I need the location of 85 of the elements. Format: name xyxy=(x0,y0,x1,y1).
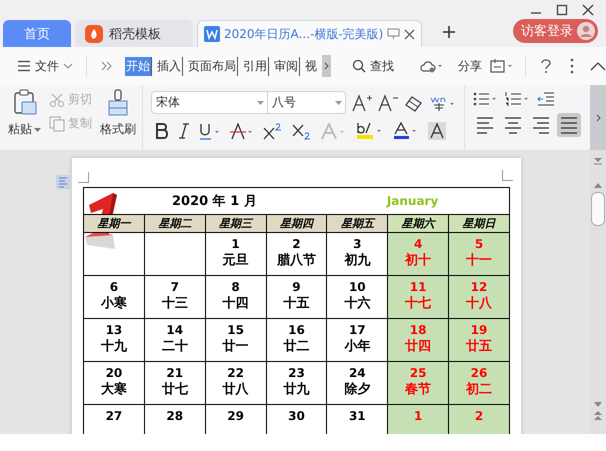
day-number: 10 xyxy=(348,280,367,295)
month-name: January xyxy=(386,194,438,208)
ribbon-tab[interactable]: 开始 xyxy=(124,56,152,76)
day-number: 4 xyxy=(412,237,424,252)
day-number: 27 xyxy=(104,409,124,424)
lunar-date: 十八 xyxy=(465,295,494,313)
day-number: 7 xyxy=(170,280,180,295)
lunar-date: 小年 xyxy=(343,338,372,356)
day-number: 6 xyxy=(108,280,120,295)
lunar-date: 十七 xyxy=(404,295,432,313)
weekday-header: 星期三 xyxy=(205,214,266,232)
lunar-date: 十九 xyxy=(100,338,128,356)
ribbon-tab[interactable]: 视 xyxy=(304,56,318,76)
calendar-title: 2020 年 1 月 xyxy=(172,193,257,210)
weekday-header: 星期日 xyxy=(448,214,510,232)
day-number: 30 xyxy=(287,409,306,424)
lunar-date: 元旦 xyxy=(222,252,250,270)
day-number: 13 xyxy=(104,323,124,338)
day-number: 20 xyxy=(104,366,124,381)
day-number: 26 xyxy=(470,366,488,381)
day-number: 12 xyxy=(470,280,488,295)
lunar-date: 初十 xyxy=(404,252,432,270)
paste-label: 粘贴 xyxy=(8,121,41,138)
day-number: 2 xyxy=(291,237,302,252)
lunar-date: 廿一 xyxy=(222,338,250,356)
weekday-header: 星期五 xyxy=(326,214,388,232)
font-size-dropdown[interactable]: 八号 xyxy=(268,92,345,113)
weekday-header: 星期一 xyxy=(84,214,144,232)
lunar-date: 廿七 xyxy=(160,381,189,399)
day-number: 15 xyxy=(226,323,245,338)
day-number: 14 xyxy=(165,323,184,338)
lunar-date: 除夕 xyxy=(343,381,372,399)
ribbon-tab[interactable]: 页面布局 xyxy=(186,56,238,76)
lunar-date: 廿五 xyxy=(465,338,494,356)
weekday-header: 星期四 xyxy=(266,214,327,232)
day-number: 23 xyxy=(287,366,306,381)
day-number: 28 xyxy=(165,409,184,424)
lunar-date: 春节 xyxy=(404,381,432,399)
day-number: 31 xyxy=(348,409,367,424)
day-number: 19 xyxy=(470,323,488,338)
lunar-date: 初九 xyxy=(343,252,372,270)
day-number: 1 xyxy=(230,237,241,252)
share-button[interactable]: 分享 xyxy=(455,56,486,76)
day-number: 1 xyxy=(412,409,424,424)
paste-button[interactable]: 粘贴 xyxy=(8,89,41,150)
day-number: 9 xyxy=(291,280,302,295)
day-number: 17 xyxy=(348,323,367,338)
day-number: 18 xyxy=(408,323,428,338)
login-button[interactable]: 访客登录 xyxy=(513,19,598,43)
weekday-header: 星期六 xyxy=(388,214,449,232)
day-number: 11 xyxy=(408,280,428,295)
day-number: 29 xyxy=(226,409,245,424)
lunar-date: 初二 xyxy=(464,381,494,399)
ribbon-tab[interactable]: 插入 xyxy=(156,56,183,76)
font-name-dropdown[interactable]: 宋体 xyxy=(152,92,268,113)
window-tab[interactable]: 2020年日历A...-横版-完美版) xyxy=(197,20,422,47)
day-number: 8 xyxy=(230,280,241,295)
day-number: 21 xyxy=(165,366,184,381)
ribbon-tab[interactable]: 审阅 xyxy=(272,56,300,76)
window-tab[interactable]: 稻壳模板 xyxy=(75,20,193,47)
weekday-header: 星期二 xyxy=(144,214,206,232)
day-number: 3 xyxy=(352,237,362,252)
lunar-date: 腊八节 xyxy=(276,252,317,270)
search-button[interactable]: 查找 xyxy=(349,56,398,76)
day-number: 22 xyxy=(226,366,245,381)
day-number: 25 xyxy=(408,366,428,381)
lunar-date: 廿二 xyxy=(282,338,310,356)
lunar-date: 十三 xyxy=(160,295,189,313)
lunar-date: 大寒 xyxy=(100,381,128,399)
lunar-date: 廿四 xyxy=(404,338,432,356)
lunar-date: 十五 xyxy=(282,295,310,313)
lunar-date: 小寒 xyxy=(100,295,128,313)
lunar-date: 二十 xyxy=(160,338,189,356)
day-number: 5 xyxy=(474,237,484,252)
format-painter-button[interactable]: 格式刷 xyxy=(100,89,136,150)
lunar-date: 十六 xyxy=(343,295,372,313)
lunar-date: 十一 xyxy=(465,252,494,270)
lunar-date: 廿八 xyxy=(222,381,250,399)
ribbon-tab[interactable]: 引用 xyxy=(242,56,269,76)
file-menu[interactable]: 文件 xyxy=(14,56,76,76)
lunar-date: 廿九 xyxy=(282,381,310,399)
day-number: 2 xyxy=(474,409,484,424)
lunar-date: 十四 xyxy=(222,295,250,313)
day-number: 24 xyxy=(348,366,367,381)
day-number: 16 xyxy=(287,323,306,338)
